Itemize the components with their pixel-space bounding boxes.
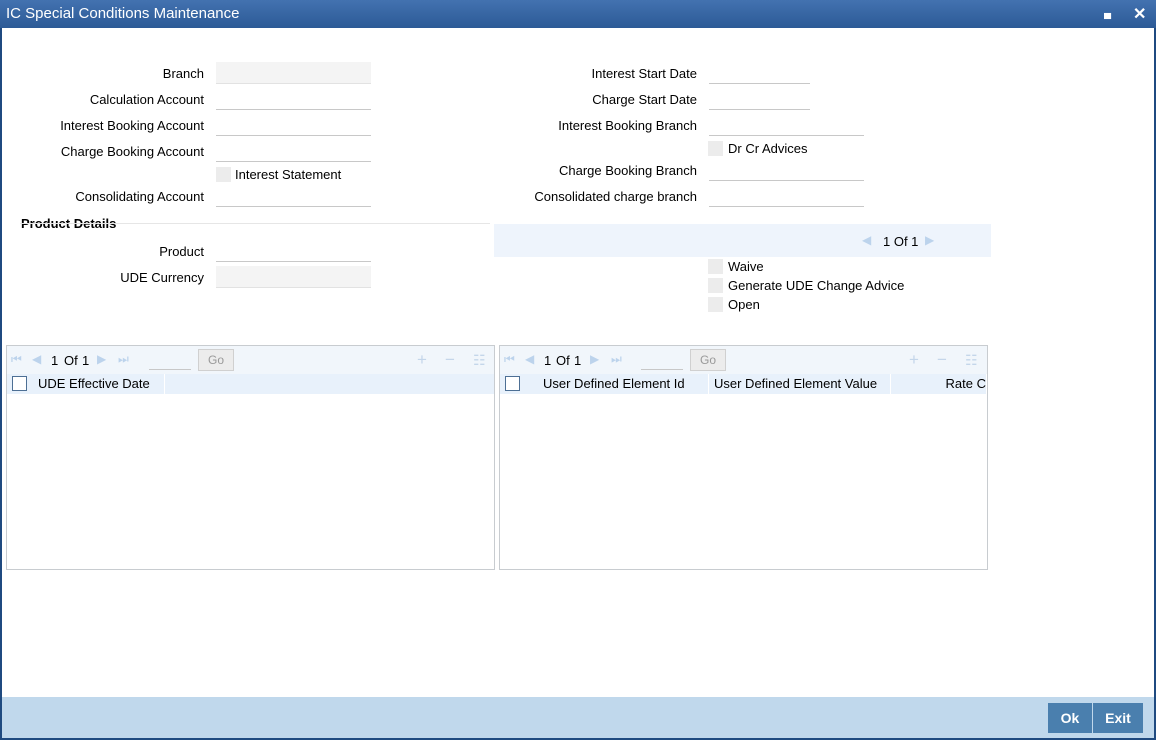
goto-page-input[interactable] [149, 351, 191, 370]
footer-bar: Ok Exit [2, 697, 1154, 738]
ude-effective-date-grid: ⏮ ◀ 1 Of 1 ▶ ⏭ Go + − ☷ UDE Effective Da… [6, 345, 495, 570]
last-page-icon[interactable]: ⏭ [611, 352, 622, 367]
previous-page-icon[interactable]: ◀ [525, 352, 534, 366]
open-label: Open [728, 297, 760, 312]
last-page-icon[interactable]: ⏭ [118, 352, 129, 367]
user-defined-elements-grid: ⏮ ◀ 1 Of 1 ▶ ⏭ Go + − ☷ User Defined Ele… [499, 345, 988, 570]
delete-row-icon[interactable]: − [445, 350, 455, 370]
generate-ude-change-advice-checkbox[interactable] [708, 278, 723, 293]
charge-booking-account-label: Charge Booking Account [60, 144, 204, 159]
page-total: 1 [574, 353, 582, 368]
next-page-icon[interactable]: ▶ [97, 352, 106, 366]
grid-toolbar: ⏮ ◀ 1 Of 1 ▶ ⏭ Go + − ☷ [7, 346, 494, 374]
charge-booking-account-field[interactable] [216, 140, 371, 162]
interest-booking-account-label: Interest Booking Account [60, 118, 204, 133]
previous-icon[interactable]: ◀ [862, 233, 871, 247]
list-view-icon[interactable]: ☷ [473, 352, 486, 369]
calculation-account-field[interactable] [216, 88, 371, 110]
charge-booking-branch-field[interactable] [709, 159, 864, 181]
consolidated-charge-branch-label: Consolidated charge branch [534, 189, 697, 204]
generate-ude-change-advice-label: Generate UDE Change Advice [728, 278, 905, 293]
add-row-icon[interactable]: + [417, 350, 427, 370]
interest-booking-branch-field[interactable] [709, 114, 864, 136]
interest-statement-checkbox[interactable] [216, 167, 231, 182]
open-checkbox[interactable] [708, 297, 723, 312]
next-icon[interactable]: ▶ [925, 233, 934, 247]
waive-label: Waive [728, 259, 764, 274]
add-row-icon[interactable]: + [909, 350, 919, 370]
page-number: 1 [544, 353, 552, 368]
select-all-checkbox[interactable] [12, 376, 27, 391]
close-icon[interactable]: ✕ [1133, 4, 1146, 24]
ude-currency-label: UDE Currency [120, 270, 204, 285]
column-header[interactable]: Rate C [892, 374, 987, 394]
first-page-icon[interactable]: ⏮ [504, 352, 515, 367]
page-total: 1 [82, 353, 90, 368]
interest-statement-label: Interest Statement [235, 167, 342, 182]
page-of: Of [556, 353, 570, 368]
divider [20, 223, 490, 224]
column-header[interactable]: User Defined Element Id [528, 374, 709, 394]
interest-booking-branch-label: Interest Booking Branch [558, 118, 697, 133]
dr-cr-advices-checkbox[interactable] [708, 141, 723, 156]
consolidating-account-label: Consolidating Account [75, 189, 204, 204]
window-title: IC Special Conditions Maintenance [6, 5, 240, 22]
first-page-icon[interactable]: ⏮ [11, 352, 22, 367]
product-pager-bar: ◀ 1 Of 1 ▶ [494, 224, 991, 257]
page-number: 1 [51, 353, 59, 368]
select-all-checkbox[interactable] [505, 376, 520, 391]
branch-field[interactable] [216, 62, 371, 84]
list-view-icon[interactable]: ☷ [965, 352, 978, 369]
title-bar: IC Special Conditions Maintenance ▄ ✕ [0, 0, 1156, 28]
calculation-account-label: Calculation Account [89, 92, 204, 107]
consolidated-charge-branch-field[interactable] [709, 185, 864, 207]
branch-label: Branch [162, 66, 204, 81]
charge-start-date-field[interactable] [709, 88, 810, 110]
go-button[interactable]: Go [690, 349, 726, 371]
interest-booking-account-field[interactable] [216, 114, 371, 136]
column-header[interactable]: UDE Effective Date [35, 374, 165, 394]
next-page-icon[interactable]: ▶ [590, 352, 599, 366]
grid-toolbar: ⏮ ◀ 1 Of 1 ▶ ⏭ Go + − ☷ [500, 346, 987, 374]
ude-currency-field[interactable] [216, 266, 371, 288]
column-header[interactable]: User Defined Element Value [710, 374, 891, 394]
charge-booking-branch-label: Charge Booking Branch [558, 163, 697, 178]
charge-start-date-label: Charge Start Date [592, 92, 697, 107]
product-pager-text: 1 Of 1 [883, 234, 919, 249]
minimize-icon[interactable]: ▄ [1104, 8, 1111, 19]
waive-checkbox[interactable] [708, 259, 723, 274]
interest-start-date-field[interactable] [709, 62, 810, 84]
consolidating-account-field[interactable] [216, 185, 371, 207]
go-button[interactable]: Go [198, 349, 234, 371]
previous-page-icon[interactable]: ◀ [32, 352, 41, 366]
interest-start-date-label: Interest Start Date [591, 66, 698, 81]
delete-row-icon[interactable]: − [937, 350, 947, 370]
ok-button[interactable]: Ok [1048, 703, 1092, 733]
exit-button[interactable]: Exit [1093, 703, 1143, 733]
dr-cr-advices-label: Dr Cr Advices [728, 141, 808, 156]
product-label: Product [159, 244, 204, 259]
page-of: Of [64, 353, 78, 368]
goto-page-input[interactable] [641, 351, 683, 370]
product-field[interactable] [216, 240, 371, 262]
